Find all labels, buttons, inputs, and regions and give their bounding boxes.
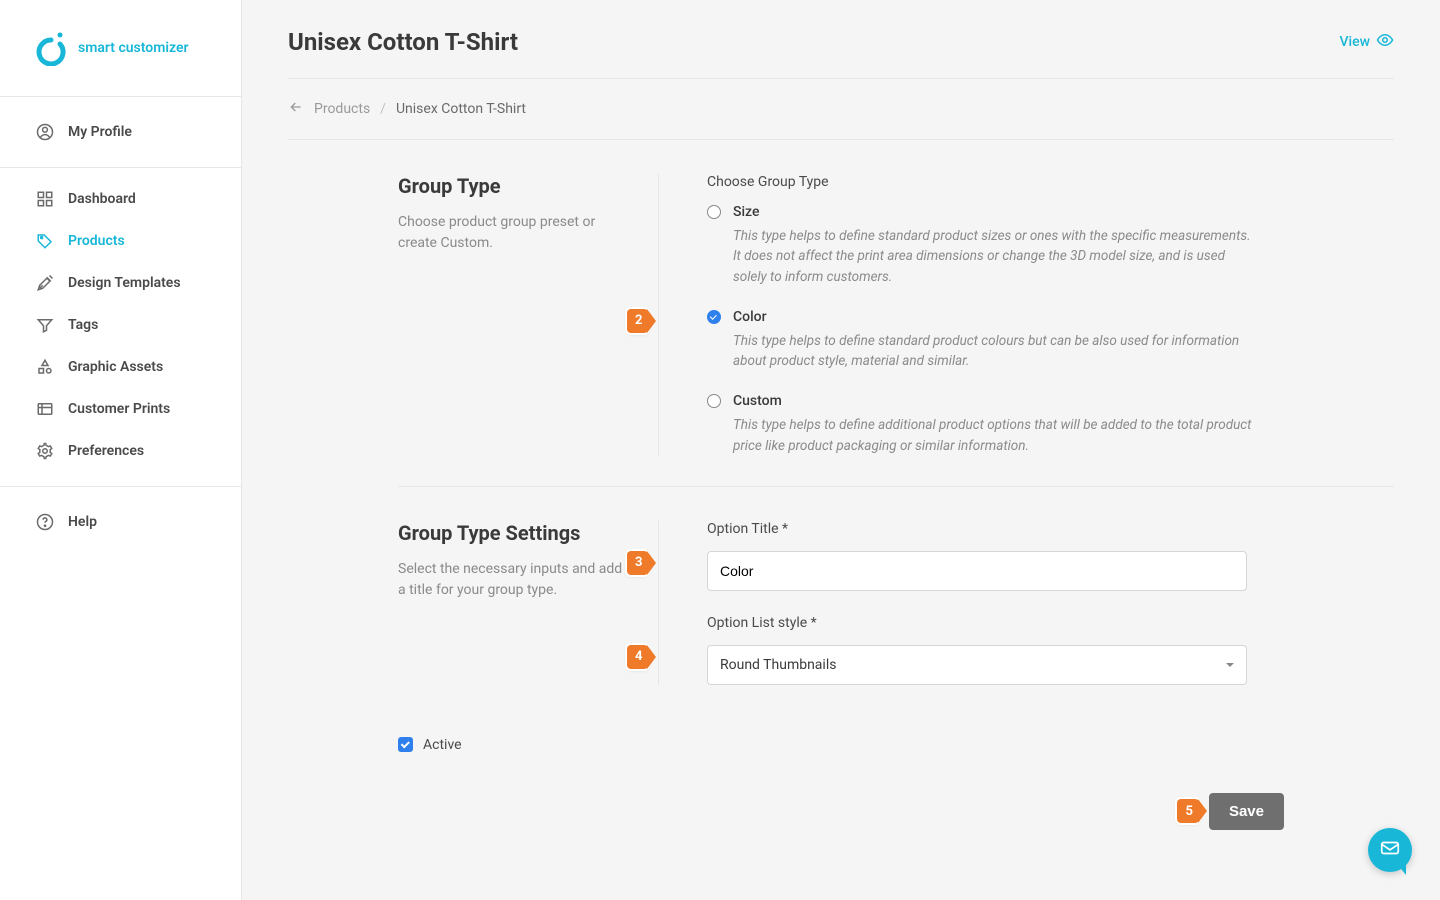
help-icon [36,513,54,531]
prints-icon [36,400,54,418]
section-title: Group Type [398,174,628,198]
sidebar-item-tags[interactable]: Tags [0,304,241,346]
chevron-down-icon [1226,663,1234,667]
group-type-prompt: Choose Group Type [707,174,1394,190]
breadcrumb-separator: / [380,101,386,117]
templates-icon [36,274,54,292]
sidebar-item-help[interactable]: Help [0,501,241,543]
breadcrumb-parent[interactable]: Products [314,101,370,117]
radio-icon-selected [707,310,721,324]
radio-icon [707,394,721,408]
footer-actions: 5 Save [288,753,1394,870]
callout-2: 2 [627,309,648,333]
radio-desc: This type helps to define additional pro… [733,415,1253,456]
radio-label: Size [733,204,759,220]
radio-option-size[interactable]: Size This type helps to define standard … [707,204,1394,287]
option-list-style-label: Option List style * [707,615,1394,631]
sidebar-item-design-templates[interactable]: Design Templates [0,262,241,304]
tag-icon [36,232,54,250]
sidebar-item-products[interactable]: Products [0,220,241,262]
save-button[interactable]: Save [1209,793,1284,830]
option-list-style-select[interactable]: Round Thumbnails [707,645,1247,685]
filter-icon [36,316,54,334]
section-group-type-settings: Group Type Settings Select the necessary… [398,487,1394,715]
sidebar-item-customer-prints[interactable]: Customer Prints [0,388,241,430]
radio-desc: This type helps to define standard produ… [733,331,1253,372]
breadcrumb-current: Unisex Cotton T-Shirt [396,101,526,117]
view-link[interactable]: View [1340,31,1395,53]
sidebar-item-label: Graphic Assets [68,359,163,375]
sidebar-item-label: Dashboard [68,191,136,207]
brand-logo-icon [36,30,66,66]
main-content: Unisex Cotton T-Shirt View Products / Un… [242,0,1440,900]
view-link-label: View [1340,34,1371,50]
sidebar-item-label: Products [68,233,125,249]
back-icon[interactable] [288,99,304,119]
page-title: Unisex Cotton T-Shirt [288,28,518,56]
sidebar-item-my-profile[interactable]: My Profile [0,111,241,153]
sidebar-item-label: Preferences [68,443,144,459]
gear-icon [36,442,54,460]
sidebar-item-label: Tags [68,317,98,333]
sidebar-item-dashboard[interactable]: Dashboard [0,178,241,220]
callout-5: 5 [1177,799,1198,823]
dashboard-icon [36,190,54,208]
page-header: Unisex Cotton T-Shirt View [288,0,1394,79]
radio-option-custom[interactable]: Custom This type helps to define additio… [707,393,1394,456]
brand: smart customizer [0,0,241,97]
radio-desc: This type helps to define standard produ… [733,226,1253,287]
section-desc: Choose product group preset or create Cu… [398,212,628,254]
mail-icon [1379,837,1401,863]
active-checkbox[interactable] [398,737,413,752]
sidebar-item-preferences[interactable]: Preferences [0,430,241,472]
radio-icon [707,205,721,219]
chat-fab[interactable] [1368,828,1412,872]
radio-label: Color [733,309,767,325]
brand-name: smart customizer [78,40,189,56]
callout-4: 4 [627,645,648,669]
sidebar-item-graphic-assets[interactable]: Graphic Assets [0,346,241,388]
sidebar-item-label: Design Templates [68,275,181,291]
section-title: Group Type Settings [398,521,628,545]
option-title-input[interactable] [707,551,1247,591]
sidebar-item-label: Customer Prints [68,401,170,417]
active-row: Active [288,715,1394,753]
radio-label: Custom [733,393,782,409]
sidebar-item-label: My Profile [68,124,132,140]
select-value: Round Thumbnails [720,657,836,673]
radio-option-color[interactable]: 2 Color This type helps to define standa… [707,309,1394,372]
callout-3: 3 [627,551,648,575]
eye-icon [1376,31,1394,53]
shapes-icon [36,358,54,376]
sidebar: smart customizer My Profile Dashboard [0,0,242,900]
section-desc: Select the necessary inputs and add a ti… [398,559,628,601]
breadcrumb: Products / Unisex Cotton T-Shirt [288,79,1394,140]
section-group-type: Group Type Choose product group preset o… [398,140,1394,487]
active-label: Active [423,737,462,753]
profile-icon [36,123,54,141]
option-title-label: Option Title * [707,521,1394,537]
sidebar-item-label: Help [68,514,97,530]
group-type-radio-group: Size This type helps to define standard … [707,204,1394,456]
